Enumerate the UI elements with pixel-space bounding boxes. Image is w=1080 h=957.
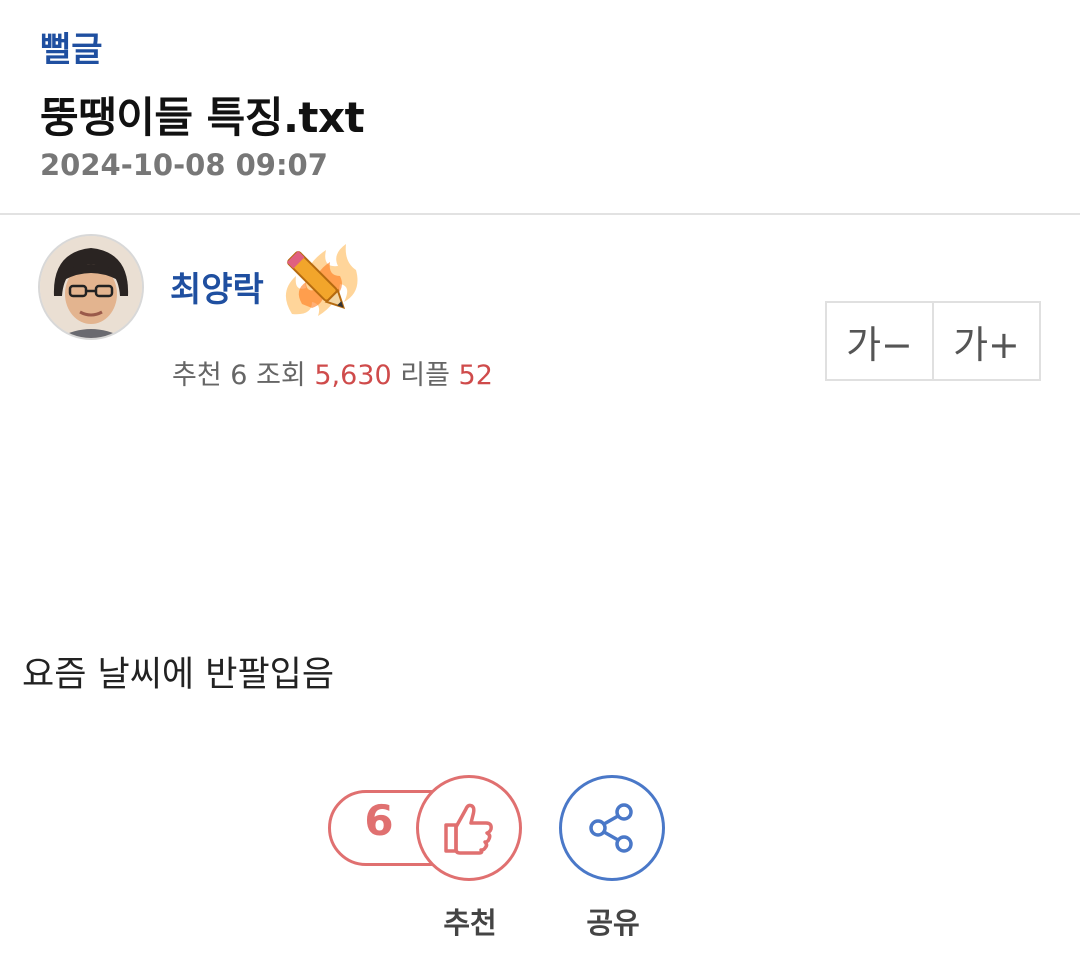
recommend-button[interactable] <box>416 775 522 881</box>
avatar[interactable] <box>38 234 144 340</box>
post-content: 요즘 날씨에 반팔입음 <box>22 655 335 695</box>
font-size-controls: 가− 가+ <box>825 301 1041 381</box>
share-label: 공유 <box>586 906 640 940</box>
views-stat-label: 조회 <box>256 360 306 391</box>
post-title: 뚱땡이들 특징.txt <box>40 93 365 142</box>
share-icon <box>589 803 633 853</box>
header-divider <box>0 213 1080 215</box>
board-name-link[interactable]: 뻘글 <box>40 22 103 71</box>
thumbs-up-icon <box>444 803 493 855</box>
font-decrease-button[interactable]: 가− <box>827 303 932 379</box>
recommend-label: 추천 <box>443 906 497 940</box>
post-date: 2024-10-08 09:07 <box>40 148 328 182</box>
recommend-count: 6 <box>364 796 394 845</box>
font-increase-button[interactable]: 가+ <box>932 303 1039 379</box>
replies-stat-label: 리플 <box>400 360 450 391</box>
flaming-pencil-icon <box>272 236 364 328</box>
recommend-stat-label: 추천 <box>172 360 222 391</box>
share-button[interactable] <box>559 775 665 881</box>
author-name[interactable]: 최양락 <box>170 262 264 311</box>
post-stats: 추천 6 조회 5,630 리플 52 <box>172 353 493 392</box>
recommend-stat-count: 6 <box>230 360 248 391</box>
replies-stat-count[interactable]: 52 <box>459 360 493 391</box>
views-stat-count: 5,630 <box>314 360 392 391</box>
